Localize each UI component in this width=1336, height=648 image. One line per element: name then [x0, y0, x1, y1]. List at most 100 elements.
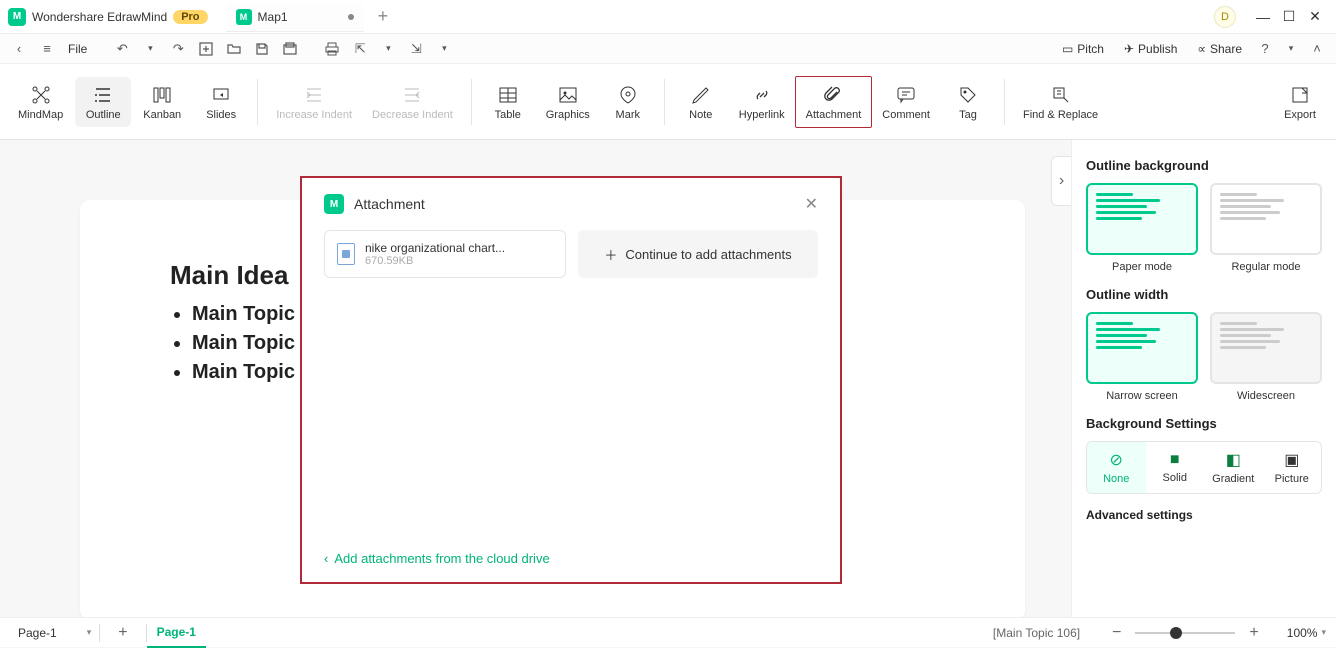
unsaved-dot-icon — [348, 14, 354, 20]
menu-button[interactable]: ≡ — [36, 38, 58, 60]
table-button[interactable]: Table — [480, 77, 536, 127]
indent-right-icon — [304, 83, 324, 107]
graphics-icon — [558, 83, 578, 107]
titlebar: M Wondershare EdrawMind Pro M Map1 + D —… — [0, 0, 1336, 34]
app-title: Wondershare EdrawMind — [32, 10, 167, 24]
undo-button[interactable]: ↶ — [111, 38, 133, 60]
add-page-button[interactable]: + — [118, 624, 127, 642]
note-button[interactable]: Note — [673, 77, 729, 127]
slides-icon — [211, 83, 231, 107]
attachment-card[interactable]: nike organizational chart... 670.59KB — [324, 230, 566, 278]
import-dropdown[interactable]: ▾ — [433, 38, 455, 60]
attachment-name: nike organizational chart... — [365, 241, 505, 255]
saveas-button[interactable] — [279, 38, 301, 60]
narrow-screen-option[interactable]: Narrow screen — [1086, 312, 1198, 402]
cloud-attachments-link[interactable]: ‹ Add attachments from the cloud drive — [324, 551, 818, 566]
file-icon — [337, 243, 355, 265]
new-tab-button[interactable]: + — [378, 6, 389, 27]
slides-view[interactable]: Slides — [193, 77, 249, 127]
hyperlink-button[interactable]: Hyperlink — [729, 77, 795, 127]
narrow-thumb — [1086, 312, 1198, 384]
help-dropdown[interactable]: ▾ — [1280, 38, 1302, 60]
document-tab[interactable]: M Map1 — [226, 2, 364, 32]
minimize-button[interactable]: — — [1250, 4, 1276, 30]
help-button[interactable]: ? — [1254, 38, 1276, 60]
publish-button[interactable]: ✈Publish — [1116, 42, 1185, 56]
sidebar-toggle[interactable]: › — [1051, 156, 1071, 206]
zoom-thumb[interactable] — [1170, 627, 1182, 639]
redo-button[interactable]: ↷ — [167, 38, 189, 60]
kanban-view[interactable]: Kanban — [133, 77, 191, 127]
back-button[interactable]: ‹ — [8, 38, 30, 60]
add-attachment-button[interactable]: ＋ Continue to add attachments — [578, 230, 818, 278]
graphics-button[interactable]: Graphics — [536, 77, 600, 127]
none-icon: ⊘ — [1110, 450, 1123, 470]
collapse-ribbon-button[interactable]: ˄ — [1306, 38, 1328, 60]
outline-bg-heading: Outline background — [1086, 158, 1322, 173]
file-menu[interactable]: File — [64, 42, 91, 56]
solid-icon: ■ — [1170, 451, 1180, 469]
plus-icon: ＋ — [604, 245, 617, 264]
maximize-button[interactable]: ☐ — [1276, 4, 1302, 30]
page-selector[interactable]: Page-1▾ — [10, 624, 99, 642]
bg-picture-option[interactable]: ▣Picture — [1263, 442, 1322, 493]
pitch-icon: ▭ — [1062, 42, 1073, 56]
find-replace-button[interactable]: Find & Replace — [1013, 77, 1108, 127]
bg-none-option[interactable]: ⊘None — [1087, 442, 1146, 493]
share-button[interactable]: ∝Share — [1189, 42, 1250, 56]
note-icon — [691, 83, 711, 107]
close-button[interactable]: ✕ — [1302, 4, 1328, 30]
paper-mode-option[interactable]: Paper mode — [1086, 183, 1198, 273]
save-button[interactable] — [251, 38, 273, 60]
bg-settings-row: ⊘None ■Solid ◧Gradient ▣Picture — [1086, 441, 1322, 494]
open-button[interactable] — [223, 38, 245, 60]
bg-gradient-option[interactable]: ◧Gradient — [1204, 442, 1263, 493]
app-icon: M — [8, 8, 26, 26]
attachment-button[interactable]: Attachment — [795, 76, 873, 128]
attachment-dialog: M Attachment ✕ nike organizational chart… — [300, 176, 842, 584]
decrease-indent-button[interactable]: Decrease Indent — [362, 77, 463, 127]
outline-view[interactable]: Outline — [75, 77, 131, 127]
outline-width-heading: Outline width — [1086, 287, 1322, 302]
statusbar: Page-1▾ + Page-1 [Main Topic 106] − + 10… — [0, 617, 1336, 647]
export-quick-button[interactable]: ⇱ — [349, 38, 371, 60]
regular-mode-option[interactable]: Regular mode — [1210, 183, 1322, 273]
chevron-left-icon: ‹ — [324, 551, 328, 566]
picture-icon: ▣ — [1284, 450, 1299, 470]
new-button[interactable] — [195, 38, 217, 60]
increase-indent-button[interactable]: Increase Indent — [266, 77, 362, 127]
undo-dropdown[interactable]: ▾ — [139, 38, 161, 60]
zoom-out-button[interactable]: − — [1108, 624, 1125, 642]
regular-mode-thumb — [1210, 183, 1322, 255]
tag-button[interactable]: Tag — [940, 77, 996, 127]
zoom-percent[interactable]: 100%▾ — [1287, 626, 1326, 640]
wide-thumb — [1210, 312, 1322, 384]
export-button[interactable]: Export — [1272, 77, 1328, 127]
chevron-down-icon: ▾ — [87, 627, 92, 638]
export-dropdown[interactable]: ▾ — [377, 38, 399, 60]
chevron-down-icon: ▾ — [1321, 627, 1326, 638]
mindmap-icon — [31, 83, 51, 107]
user-avatar[interactable]: D — [1214, 6, 1236, 28]
widescreen-option[interactable]: Widescreen — [1210, 312, 1322, 402]
tag-icon — [958, 83, 978, 107]
dialog-app-icon: M — [324, 194, 344, 214]
zoom-slider[interactable] — [1135, 632, 1235, 634]
link-icon — [752, 83, 772, 107]
comment-button[interactable]: Comment — [872, 77, 940, 127]
side-panel: Outline background Paper mode Regular mo… — [1071, 140, 1336, 617]
tab-title: Map1 — [258, 10, 288, 24]
mark-button[interactable]: Mark — [600, 77, 656, 127]
mindmap-view[interactable]: MindMap — [8, 77, 73, 127]
ribbon: MindMap Outline Kanban Slides Increase I… — [0, 64, 1336, 140]
import-button[interactable]: ⇲ — [405, 38, 427, 60]
print-button[interactable] — [321, 38, 343, 60]
dialog-close-button[interactable]: ✕ — [805, 194, 818, 214]
pitch-button[interactable]: ▭Pitch — [1054, 42, 1112, 56]
page-tab[interactable]: Page-1 — [147, 618, 206, 648]
attachment-size: 670.59KB — [365, 255, 505, 267]
zoom-in-button[interactable]: + — [1245, 624, 1262, 642]
bg-solid-option[interactable]: ■Solid — [1146, 442, 1205, 493]
share-icon: ∝ — [1197, 42, 1206, 56]
publish-icon: ✈ — [1124, 42, 1134, 56]
